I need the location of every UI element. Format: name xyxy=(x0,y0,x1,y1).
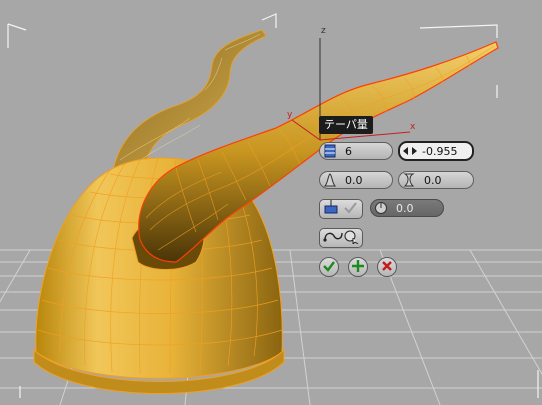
ok-button[interactable] xyxy=(319,257,339,277)
loop-select-icon xyxy=(322,228,360,248)
segments-icon xyxy=(321,143,339,159)
taper-amount-value: -0.955 xyxy=(422,144,458,158)
axis-y-label: y xyxy=(287,110,293,120)
local-pivot-toggle[interactable] xyxy=(319,199,363,219)
shape-field[interactable]: 0.0 xyxy=(370,199,444,217)
shape-icon xyxy=(372,200,390,216)
check-icon xyxy=(322,258,336,277)
plus-icon xyxy=(351,258,365,277)
loop-select-button[interactable] xyxy=(319,228,363,248)
taper-amount-field[interactable]: -0.955 xyxy=(398,141,474,161)
curve1-value: 0.0 xyxy=(345,173,363,187)
apply-button[interactable] xyxy=(348,257,368,277)
cancel-button[interactable] xyxy=(377,257,397,277)
segments-field[interactable]: 6 xyxy=(319,142,393,160)
curve1-field[interactable]: 0.0 xyxy=(319,171,393,189)
local-pivot-icon xyxy=(323,199,359,219)
axis-z-label: z xyxy=(321,26,326,36)
cancel-icon xyxy=(380,258,394,277)
taper-amount-icon xyxy=(401,143,419,159)
curve2-value: 0.0 xyxy=(424,173,442,187)
curve2-field[interactable]: 0.0 xyxy=(398,171,474,189)
viewport-scene[interactable] xyxy=(0,0,542,405)
curve1-icon xyxy=(321,172,339,188)
curve2-icon xyxy=(400,172,418,188)
axis-x-label: x xyxy=(410,122,416,132)
viewport[interactable]: z x y テーパ量 6 -0.955 0.0 0.0 0.0 xyxy=(0,0,542,405)
tooltip-taper-amount: テーパ量 xyxy=(319,116,373,134)
segments-value: 6 xyxy=(345,144,352,158)
shape-value: 0.0 xyxy=(396,201,414,215)
